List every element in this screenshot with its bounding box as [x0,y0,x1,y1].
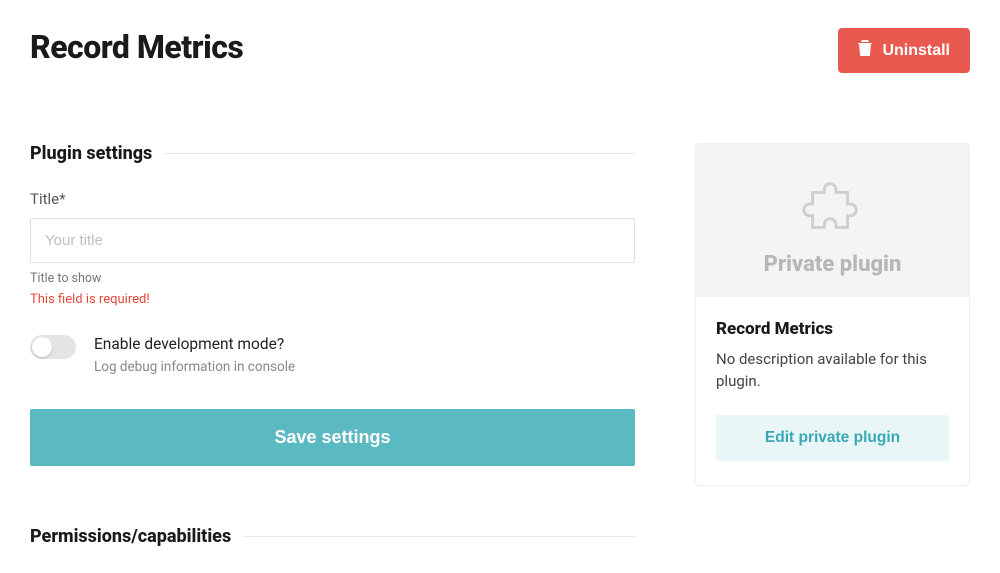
dev-mode-label: Enable development mode? [94,335,295,353]
dev-mode-help: Log debug information in console [94,359,295,375]
edit-private-plugin-button[interactable]: Edit private plugin [716,415,949,461]
card-plugin-title: Record Metrics [716,319,949,339]
uninstall-label: Uninstall [882,42,950,60]
dev-mode-toggle[interactable] [30,335,76,359]
save-settings-button[interactable]: Save settings [30,409,635,466]
page-title: Record Metrics [30,28,243,66]
permissions-heading: Permissions/capabilities [30,526,635,547]
title-helper: Title to show [30,271,635,286]
trash-icon [858,40,872,61]
title-field-group: Title* Title to show This field is requi… [30,190,635,307]
card-plugin-description: No description available for this plugin… [716,349,949,393]
title-input[interactable] [30,218,635,263]
private-plugin-badge: Private plugin [706,252,959,277]
toggle-knob [32,337,52,357]
plugin-settings-heading: Plugin settings [30,143,635,164]
uninstall-button[interactable]: Uninstall [838,28,970,73]
title-label: Title* [30,190,635,208]
puzzle-icon [798,172,868,242]
title-error: This field is required! [30,292,635,307]
plugin-info-card: Private plugin Record Metrics No descrip… [695,143,970,486]
